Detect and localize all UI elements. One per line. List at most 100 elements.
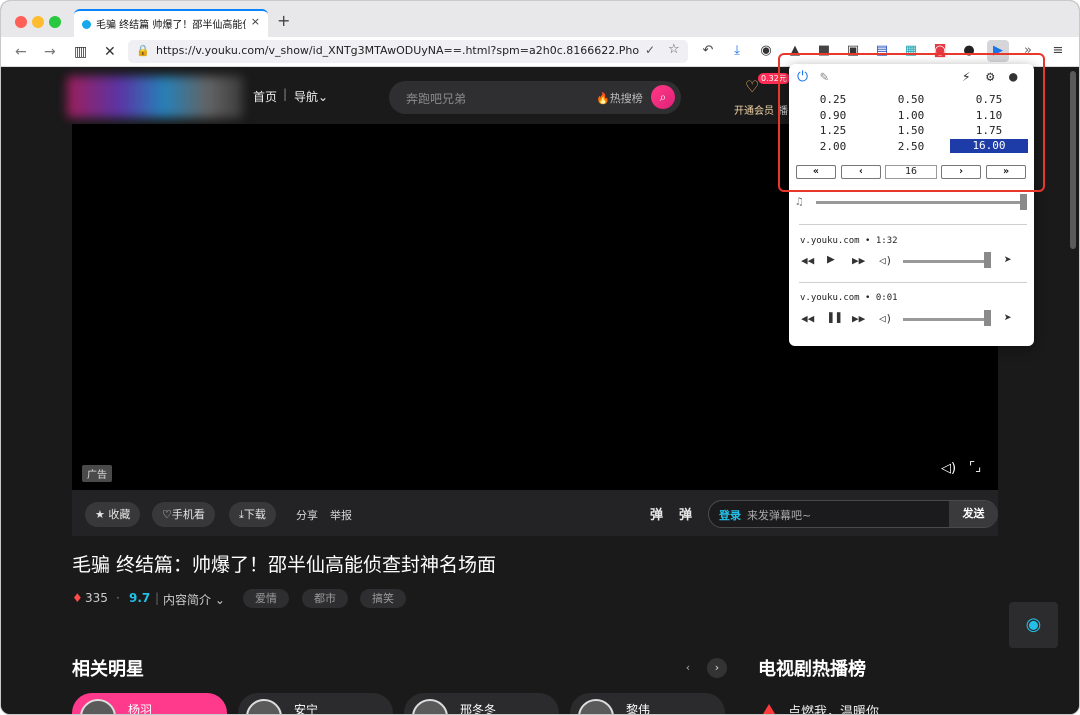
cursor-icon[interactable]: ➤ bbox=[1004, 254, 1012, 268]
pin-icon[interactable]: ✎ bbox=[820, 68, 828, 86]
reader-view-icon[interactable]: ▥ bbox=[74, 43, 87, 61]
star-card[interactable]: 邢冬冬 bbox=[404, 693, 559, 714]
speed-option[interactable]: 2.00 bbox=[794, 140, 872, 154]
tag-comedy[interactable]: 搞笑 bbox=[360, 589, 406, 608]
camera-icon[interactable]: ◉ bbox=[758, 43, 774, 59]
search-button[interactable]: ⌕ bbox=[651, 85, 675, 109]
extension-tools-icon[interactable]: ▣ bbox=[845, 43, 861, 59]
pitch-slider-thumb[interactable] bbox=[1020, 194, 1027, 210]
save-icon[interactable]: ▦ bbox=[903, 43, 919, 59]
bookmark-star-icon[interactable]: ☆ bbox=[668, 42, 680, 57]
download-button[interactable]: ⤓下载 bbox=[229, 502, 276, 527]
ranking-item[interactable]: 点燃我，温暖你 bbox=[788, 701, 879, 714]
speed-option[interactable]: 0.50 bbox=[872, 93, 950, 107]
cursor-icon[interactable]: ➤ bbox=[1004, 312, 1012, 326]
volume-slider-track[interactable] bbox=[903, 318, 991, 321]
home-link[interactable]: 首页 bbox=[253, 88, 277, 105]
search-box[interactable]: 奔跑吧兄弟 🔥热搜榜 ⌕ bbox=[389, 81, 681, 114]
hot-search-link[interactable]: 🔥热搜榜 bbox=[596, 90, 643, 106]
history-link[interactable]: 播 bbox=[778, 102, 788, 117]
check-icon[interactable]: ✓ bbox=[645, 43, 655, 57]
speed-option[interactable]: 1.10 bbox=[950, 109, 1028, 123]
maximize-window-button[interactable] bbox=[49, 16, 61, 28]
forward-button[interactable]: → bbox=[44, 43, 56, 61]
volume-icon[interactable]: ◁) bbox=[879, 312, 892, 326]
minimize-window-button[interactable] bbox=[32, 16, 44, 28]
speed-option[interactable]: 0.90 bbox=[794, 109, 872, 123]
extension-blue-icon[interactable]: ▤ bbox=[874, 43, 890, 59]
tab-close-icon[interactable]: × bbox=[251, 15, 260, 28]
overflow-chevron-icon[interactable]: » bbox=[1020, 43, 1036, 59]
fullscreen-icon[interactable]: ⌜⌟ bbox=[969, 460, 981, 475]
new-tab-button[interactable]: + bbox=[277, 13, 290, 29]
danmu-input[interactable]: 登录 来发弹幕吧~ 发送 bbox=[708, 500, 998, 528]
tab-active[interactable]: 毛骗 终结篇 帅爆了！邵半仙高能侦 × bbox=[74, 9, 268, 37]
stars-prev-button[interactable]: ‹ bbox=[678, 658, 698, 678]
page-scrollbar[interactable] bbox=[1070, 71, 1076, 249]
nav-dropdown[interactable]: 导航⌄ bbox=[294, 88, 328, 105]
rewind-icon[interactable]: ◀◀ bbox=[801, 254, 814, 268]
danmu-settings-icon[interactable]: 弹 bbox=[679, 504, 692, 523]
github-icon[interactable]: ● bbox=[1009, 68, 1017, 86]
star-card[interactable]: 杨羽 bbox=[72, 693, 227, 714]
pocket-icon[interactable]: ◙ bbox=[932, 43, 948, 59]
vip-link[interactable]: 开通会员 bbox=[734, 102, 774, 117]
stars-next-button[interactable]: › bbox=[707, 658, 727, 678]
pause-icon[interactable]: ❚❚ bbox=[827, 311, 843, 325]
rewind-icon[interactable]: ◀◀ bbox=[801, 312, 814, 326]
danmu-toggle-icon[interactable]: 弹 bbox=[650, 504, 663, 523]
alert-icon[interactable]: ▲ bbox=[787, 43, 803, 59]
youku-logo[interactable] bbox=[67, 76, 243, 118]
search-input[interactable]: 奔跑吧兄弟 bbox=[406, 90, 466, 107]
url-bar[interactable]: 🔒 https://v.youku.com/v_show/id_XNTg3MTA… bbox=[128, 40, 688, 63]
speed-last-button[interactable]: » bbox=[986, 165, 1026, 179]
speed-option-selected[interactable]: 16.00 bbox=[950, 139, 1028, 153]
download-icon[interactable]: ⤓ bbox=[729, 43, 745, 59]
speed-next-button[interactable]: › bbox=[941, 165, 981, 179]
collect-button[interactable]: ★ 收藏 bbox=[85, 502, 141, 527]
speed-option[interactable]: 1.00 bbox=[872, 109, 950, 123]
speed-option[interactable]: 1.50 bbox=[872, 124, 950, 138]
pitch-slider-track[interactable] bbox=[816, 201, 1026, 204]
share-link[interactable]: 分享 bbox=[296, 507, 318, 523]
login-link[interactable]: 登录 bbox=[719, 507, 741, 523]
gear-icon[interactable]: ⚙ bbox=[986, 68, 994, 86]
volume-slider-thumb[interactable] bbox=[984, 252, 991, 268]
volume-slider-track[interactable] bbox=[903, 260, 991, 263]
speed-input[interactable]: 16 bbox=[885, 165, 937, 179]
intro-toggle[interactable]: 内容简介 ⌄ bbox=[163, 591, 225, 608]
stop-loading-button[interactable]: ✕ bbox=[104, 43, 116, 61]
speed-option[interactable]: 2.50 bbox=[872, 140, 950, 154]
speed-extension-icon[interactable]: ▶ bbox=[987, 40, 1009, 62]
speed-option[interactable]: 1.25 bbox=[794, 124, 872, 138]
fast-forward-icon[interactable]: ▶▶ bbox=[852, 254, 865, 268]
back-button[interactable]: ← bbox=[15, 43, 27, 61]
phone-watch-button[interactable]: ♡手机看 bbox=[152, 502, 215, 527]
history-back-icon[interactable]: ↶ bbox=[700, 43, 716, 59]
speed-option[interactable]: 1.75 bbox=[950, 124, 1028, 138]
panda-icon[interactable]: ● bbox=[961, 43, 977, 59]
power-icon[interactable]: ⏻ bbox=[797, 68, 808, 86]
volume-icon[interactable]: ◁) bbox=[879, 254, 892, 268]
fast-forward-icon[interactable]: ▶▶ bbox=[852, 312, 865, 326]
close-window-button[interactable] bbox=[15, 16, 27, 28]
menu-icon[interactable]: ≡ bbox=[1050, 43, 1066, 59]
speed-option[interactable]: 0.75 bbox=[950, 93, 1028, 107]
play-icon[interactable]: ▶ bbox=[827, 253, 835, 267]
url-text[interactable]: https://v.youku.com/v_show/id_XNTg3MTAwO… bbox=[156, 44, 640, 57]
tag-urban[interactable]: 都市 bbox=[302, 589, 348, 608]
star-card[interactable]: 黎伟 bbox=[570, 693, 725, 714]
star-card[interactable]: 安宁 bbox=[238, 693, 393, 714]
avatar bbox=[80, 699, 116, 714]
send-button[interactable]: 发送 bbox=[949, 501, 998, 527]
report-link[interactable]: 举报 bbox=[330, 507, 352, 523]
speed-option[interactable]: 0.25 bbox=[794, 93, 872, 107]
extension-ghost-icon[interactable]: ■ bbox=[816, 43, 832, 59]
tag-romance[interactable]: 爱情 bbox=[243, 589, 289, 608]
lightning-icon[interactable]: ⚡ bbox=[962, 68, 970, 86]
volume-slider-thumb[interactable] bbox=[984, 310, 991, 326]
volume-icon[interactable]: ◁) bbox=[941, 461, 956, 476]
speed-first-button[interactable]: « bbox=[796, 165, 836, 179]
speed-prev-button[interactable]: ‹ bbox=[841, 165, 881, 179]
assistant-float-button[interactable]: ◉ bbox=[1009, 602, 1058, 648]
